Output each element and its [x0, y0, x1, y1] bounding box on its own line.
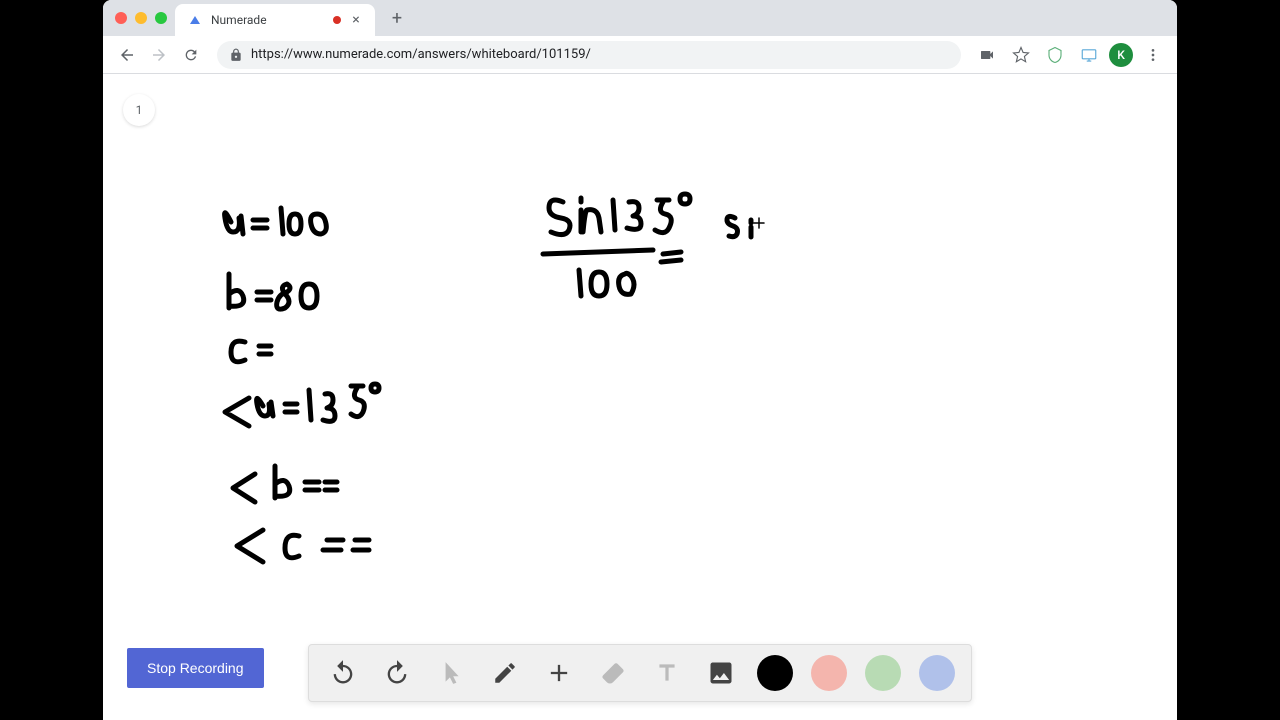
color-black[interactable]	[757, 655, 793, 691]
back-button[interactable]	[113, 41, 141, 69]
url-text: https://www.numerade.com/answers/whitebo…	[251, 47, 949, 62]
avatar-letter: K	[1117, 48, 1125, 62]
reload-button[interactable]	[177, 41, 205, 69]
browser-window: Numerade × + https://www.numerade.com/an…	[103, 0, 1177, 720]
profile-avatar[interactable]: K	[1109, 43, 1133, 67]
stop-recording-button[interactable]: Stop Recording	[127, 648, 264, 688]
forward-button[interactable]	[145, 41, 173, 69]
pointer-tool[interactable]	[433, 655, 469, 691]
color-blue[interactable]	[919, 655, 955, 691]
undo-button[interactable]	[325, 655, 361, 691]
star-icon[interactable]	[1007, 41, 1035, 69]
image-tool[interactable]	[703, 655, 739, 691]
lock-icon	[229, 48, 243, 62]
new-tab-button[interactable]: +	[383, 4, 411, 32]
tab-close-button[interactable]: ×	[349, 13, 363, 27]
url-bar[interactable]: https://www.numerade.com/answers/whitebo…	[217, 41, 961, 69]
drawing-toolbar	[308, 644, 972, 702]
window-minimize-button[interactable]	[135, 12, 147, 24]
eraser-tool[interactable]	[595, 655, 631, 691]
pen-tool[interactable]	[487, 655, 523, 691]
redo-button[interactable]	[379, 655, 415, 691]
extension-shield-icon[interactable]	[1041, 41, 1069, 69]
window-maximize-button[interactable]	[155, 12, 167, 24]
extension-monitor-icon[interactable]	[1075, 41, 1103, 69]
text-tool[interactable]	[649, 655, 685, 691]
window-close-button[interactable]	[115, 12, 127, 24]
window-controls	[111, 12, 167, 24]
recording-indicator-icon	[333, 16, 341, 24]
menu-icon[interactable]	[1139, 41, 1167, 69]
browser-tab[interactable]: Numerade ×	[175, 4, 375, 36]
add-tool[interactable]	[541, 655, 577, 691]
toolbar-icons: K	[973, 41, 1167, 69]
whiteboard-canvas[interactable]: 1	[103, 74, 1177, 720]
address-bar: https://www.numerade.com/answers/whitebo…	[103, 36, 1177, 74]
tab-favicon	[187, 12, 203, 28]
color-green[interactable]	[865, 655, 901, 691]
handwriting-layer	[103, 74, 1177, 720]
tab-bar: Numerade × +	[103, 0, 1177, 36]
color-red[interactable]	[811, 655, 847, 691]
camera-icon[interactable]	[973, 41, 1001, 69]
tab-title: Numerade	[211, 13, 325, 27]
